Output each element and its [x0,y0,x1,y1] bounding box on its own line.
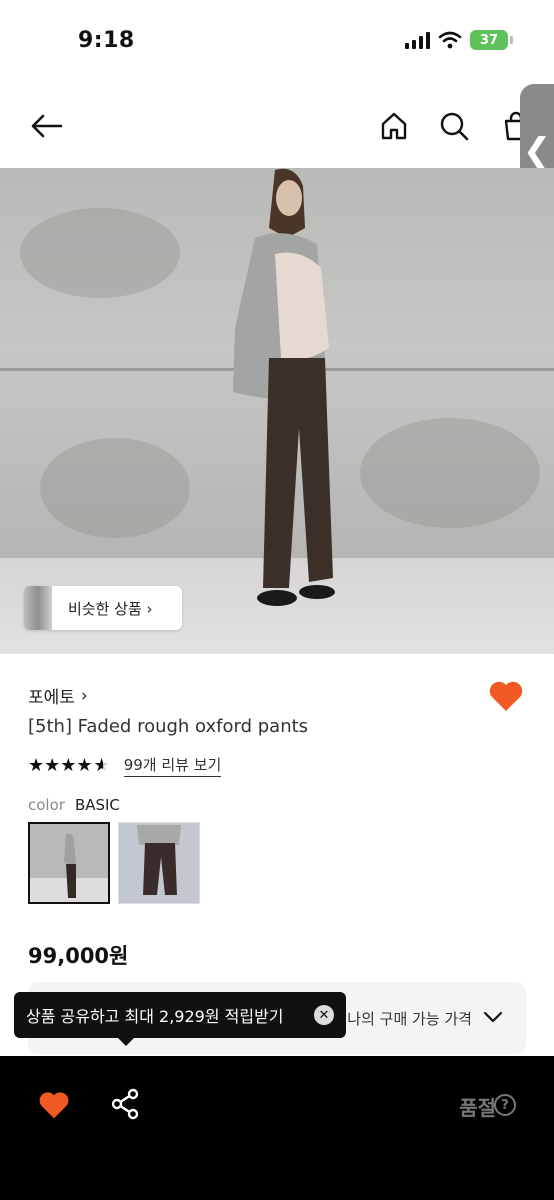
soldout-label: 품절 [459,1096,496,1120]
brand-link[interactable]: 포에토 › [28,683,88,709]
star-rating-full: ★★★★ [28,755,93,776]
product-hero-image[interactable]: 비슷한 상품 › [0,168,554,654]
bottom-favorite-button[interactable] [38,1090,70,1124]
swatch-model-image [119,823,199,903]
help-icon[interactable]: ? [494,1094,516,1116]
share-reward-tooltip: 상품 공유하고 최대 2,929원 적립받기 ✕ [14,992,346,1046]
top-nav: 5 [0,84,554,168]
product-title: [5th] Faded rough oxford pants [28,716,309,737]
status-bar: 9:18 37 [0,0,554,84]
swatch-model-image [30,824,108,902]
color-swatch-option[interactable] [118,822,200,904]
favorite-button[interactable] [488,680,524,716]
star-rating-half: ★ [93,755,110,776]
brand-name: 포에토 [28,688,75,708]
wall-texture [20,208,180,298]
product-price: 99,000원 [28,944,129,968]
home-button[interactable] [372,104,416,148]
model-figure [233,168,335,606]
signal-icon [405,31,430,49]
heart-icon [489,681,523,711]
chevron-down-icon [483,1011,503,1023]
similar-thumbnail [24,586,52,630]
color-value: BASIC [74,796,120,814]
share-icon [111,1088,139,1120]
tooltip-close-button[interactable]: ✕ [314,1005,334,1025]
battery-icon: 37 [470,30,513,50]
back-button[interactable] [24,104,68,148]
color-option-row: color BASIC [28,796,120,814]
status-time: 9:18 [78,28,135,53]
back-arrow-icon [31,114,63,138]
search-icon [440,112,469,141]
status-indicators: 37 [405,30,513,50]
bottom-action-bar: 품절 ? [0,1056,554,1200]
color-swatch-selected[interactable] [28,822,110,904]
home-icon [381,112,407,140]
wall-texture [40,438,190,538]
brand-chevron-icon: › [80,685,88,706]
search-button[interactable] [432,104,476,148]
share-button[interactable] [110,1088,140,1124]
star-rating: ★★★★ ★ [28,755,110,776]
heart-icon [39,1092,69,1119]
tooltip-text: 상품 공유하고 최대 2,929원 적립받기 [26,1007,284,1026]
similar-products-button[interactable]: 비슷한 상품 › [24,586,182,630]
purchase-price-label: 나의 구매 가능 가격 [347,1010,472,1028]
similar-products-label: 비슷한 상품 › [68,599,153,618]
review-link[interactable]: 99개 리뷰 보기 [123,754,222,777]
rating-row: ★★★★ ★ 99개 리뷰 보기 [28,754,222,777]
wifi-icon [438,31,462,49]
color-label: color [28,796,65,814]
wall-texture [360,418,540,528]
